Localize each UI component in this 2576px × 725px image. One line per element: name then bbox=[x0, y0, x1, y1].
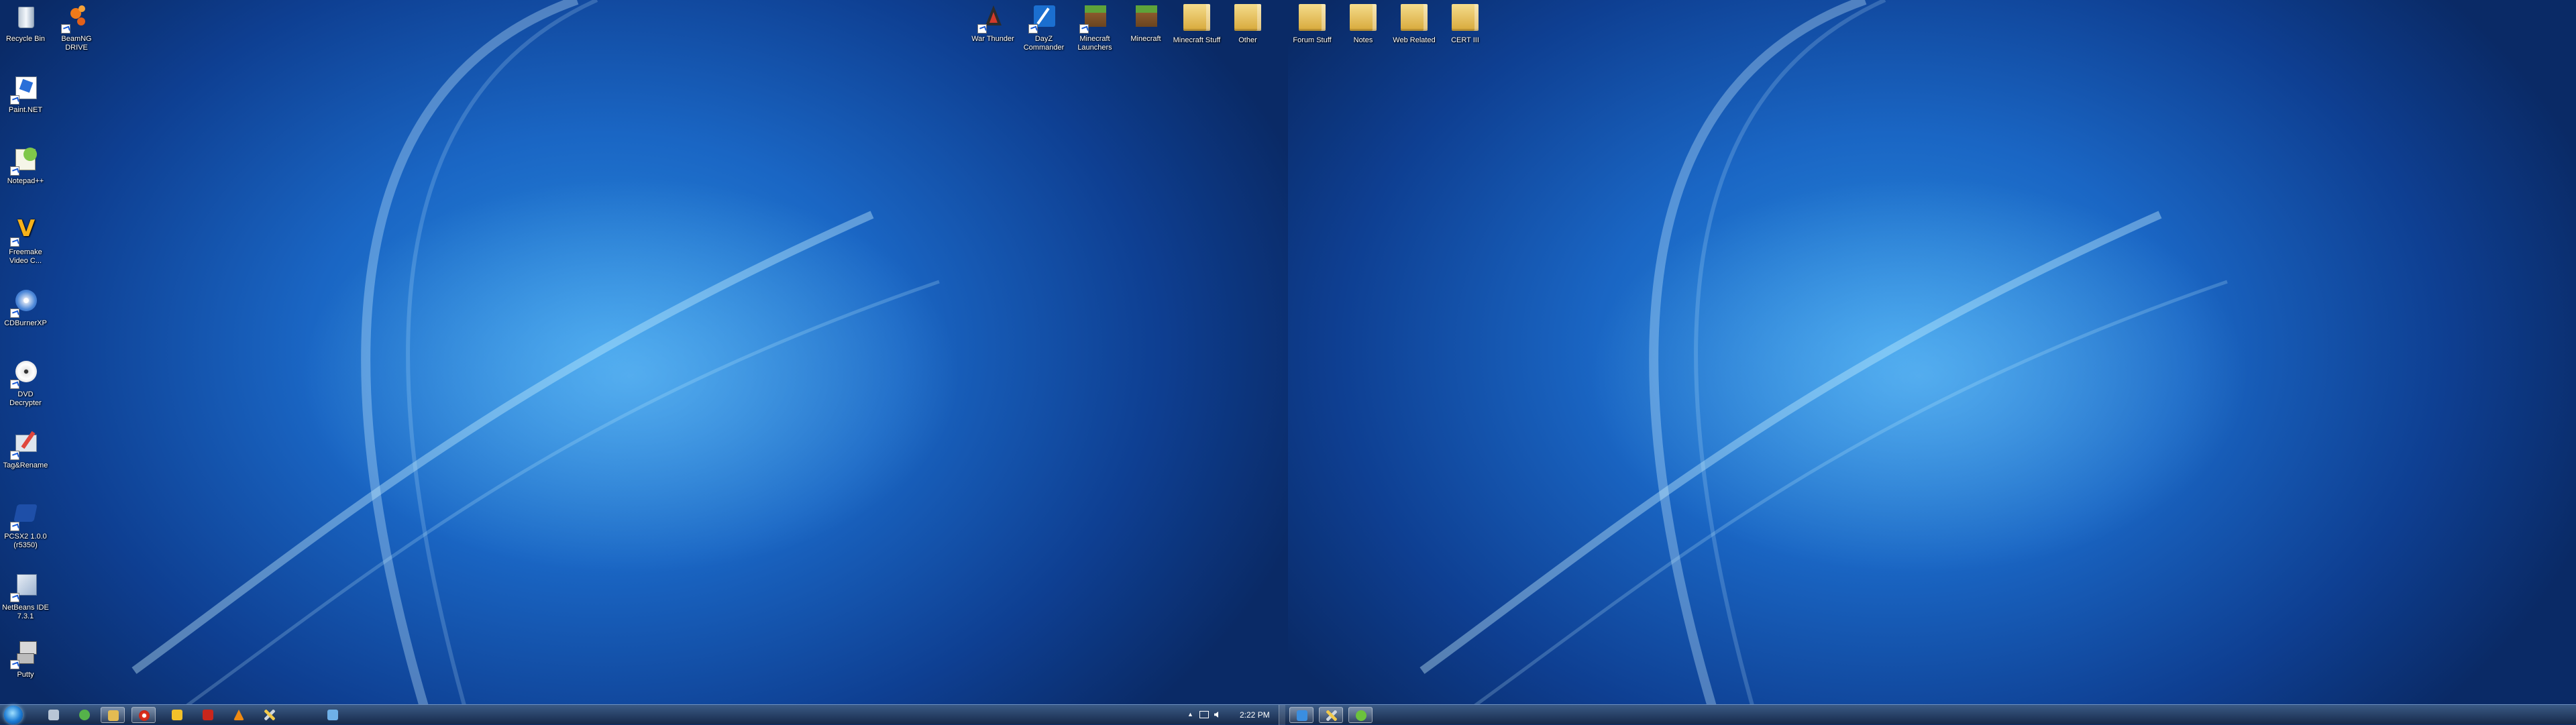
show-desktop-button[interactable] bbox=[1279, 705, 1285, 725]
paint-net-icon bbox=[10, 74, 41, 105]
notepad-plus-plus-icon bbox=[10, 145, 41, 176]
volume-icon[interactable] bbox=[1214, 712, 1218, 718]
recycle-bin-icon bbox=[10, 3, 41, 34]
desktop-icon-notepad-plus-plus[interactable]: Notepad++ bbox=[1, 144, 50, 186]
chat-icon bbox=[79, 710, 90, 720]
folder-icon bbox=[1450, 4, 1481, 35]
taskbar-button-tools[interactable] bbox=[258, 707, 282, 723]
dayz-commander-icon bbox=[1028, 3, 1059, 34]
beamng-icon bbox=[61, 3, 92, 34]
taskbar-button-chat[interactable] bbox=[72, 707, 97, 723]
taskbar-button-note[interactable] bbox=[165, 707, 189, 723]
folder-icon bbox=[1399, 4, 1430, 35]
desktop-right: Forum Stuff Notes Web Related CERT III bbox=[1288, 0, 2576, 724]
desktop-icon-minecraft-launchers[interactable]: Minecraft Launchers bbox=[1071, 1, 1119, 52]
taskbar-button-filezilla[interactable] bbox=[196, 707, 220, 723]
taskbar-button-spotify[interactable] bbox=[1348, 707, 1373, 723]
dvd-icon bbox=[10, 358, 41, 389]
desktop-icon-notes[interactable]: Notes bbox=[1339, 1, 1387, 45]
filezilla-icon bbox=[203, 710, 213, 720]
taskbar-button-message[interactable] bbox=[321, 707, 345, 723]
desktop-icon-putty[interactable]: Putty bbox=[1, 637, 50, 679]
tools-icon bbox=[1326, 710, 1337, 721]
folder-icon bbox=[1297, 4, 1328, 35]
desktop-icon-netbeans[interactable]: NetBeans IDE 7.3.1 bbox=[1, 570, 50, 621]
clock[interactable]: 2:22 PM bbox=[1240, 710, 1270, 720]
desktop-icon-cdburnerxp[interactable]: CDBurnerXP bbox=[1, 286, 50, 328]
cdburnerxp-icon bbox=[10, 287, 41, 318]
windows-start-icon[interactable] bbox=[4, 706, 23, 724]
tray-chevron-icon[interactable]: ▲ bbox=[1187, 711, 1193, 718]
desktop-icon-war-thunder[interactable]: War Thunder bbox=[969, 1, 1017, 44]
desktop-icon-forum-stuff[interactable]: Forum Stuff bbox=[1288, 1, 1336, 45]
desktop-icon-paint-net[interactable]: Paint.NET bbox=[1, 72, 50, 115]
desktop-icon-tag-rename[interactable]: Tag&Rename bbox=[1, 428, 50, 470]
tag-rename-icon bbox=[10, 429, 41, 460]
explorer-icon bbox=[48, 710, 59, 720]
desktop-left: Recycle Bin Paint.NET Notepad++ V Freema… bbox=[0, 0, 1288, 724]
minecraft-icon bbox=[1130, 3, 1161, 34]
desktop-icon-other[interactable]: Other bbox=[1224, 1, 1272, 45]
desktop-icon-dvd-decrypter[interactable]: DVD Decrypter bbox=[1, 357, 50, 408]
taskbar-button-folder[interactable] bbox=[101, 707, 125, 723]
folder-icon bbox=[1232, 4, 1263, 35]
desktop-icon-minecraft[interactable]: Minecraft bbox=[1122, 1, 1170, 44]
spotify-icon bbox=[1356, 710, 1366, 721]
taskbar-left: ▲ 2:22 PM bbox=[0, 704, 1288, 725]
tools-icon bbox=[264, 710, 275, 720]
vlc-icon bbox=[233, 710, 244, 720]
minecraft-icon bbox=[1079, 3, 1110, 34]
desktop-icon-freemake[interactable]: V Freemake Video C... bbox=[1, 215, 50, 266]
network-icon[interactable] bbox=[1199, 711, 1209, 718]
wallpaper-swirl bbox=[1419, 0, 2228, 724]
taskbar-button-tools[interactable] bbox=[1319, 707, 1343, 723]
desktop-icon-dayz-commander[interactable]: DayZ Commander bbox=[1020, 1, 1068, 52]
desktop-icon-recycle-bin[interactable]: Recycle Bin bbox=[1, 1, 50, 44]
desktop-icon-pcsx2[interactable]: PCSX2 1.0.0 (r5350) bbox=[1, 499, 50, 550]
wallpaper-swirl bbox=[131, 0, 940, 724]
desktop-icon-cert-iii[interactable]: CERT III bbox=[1441, 1, 1489, 45]
message-icon bbox=[327, 710, 338, 720]
taskbar-button-vlc[interactable] bbox=[227, 707, 251, 723]
browser-icon bbox=[139, 710, 150, 721]
taskbar-button-window[interactable] bbox=[1289, 707, 1313, 723]
taskbar-right bbox=[1288, 704, 2576, 724]
window-icon bbox=[1297, 710, 1307, 721]
folder-icon bbox=[108, 710, 119, 721]
freemake-icon: V bbox=[10, 216, 41, 247]
netbeans-icon bbox=[10, 571, 41, 602]
desktop-icon-beamng[interactable]: BeamNG DRIVE bbox=[52, 1, 101, 52]
folder-icon bbox=[1348, 4, 1379, 35]
war-thunder-icon bbox=[977, 3, 1008, 34]
putty-icon bbox=[10, 638, 41, 669]
taskbar-button-explorer[interactable] bbox=[42, 707, 66, 723]
folder-icon bbox=[1181, 4, 1212, 35]
note-icon bbox=[172, 710, 182, 720]
taskbar-button-browser[interactable] bbox=[131, 707, 156, 723]
desktop-icon-web-related[interactable]: Web Related bbox=[1390, 1, 1438, 45]
desktop-icon-minecraft-stuff[interactable]: Minecraft Stuff bbox=[1173, 1, 1221, 45]
pcsx2-icon bbox=[10, 500, 41, 531]
